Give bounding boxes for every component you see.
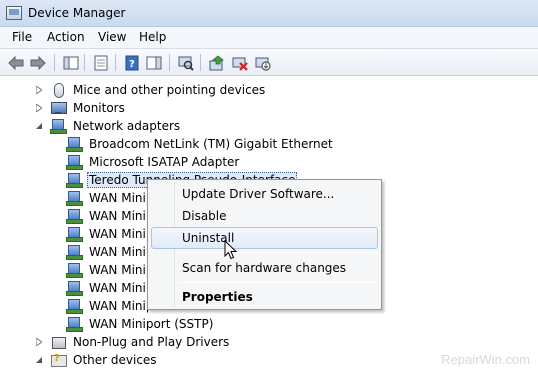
menu-item-label: Update Driver Software... bbox=[182, 187, 335, 201]
tree-item-wan-miniport[interactable]: WAN Minip bbox=[66, 261, 155, 279]
properties-icon[interactable] bbox=[91, 53, 111, 72]
toolbar-separator bbox=[54, 54, 55, 71]
network-adapter-icon bbox=[66, 298, 83, 314]
tree-item-label: WAN Miniport (SSTP) bbox=[89, 317, 214, 331]
menu-item-properties[interactable]: Properties bbox=[151, 286, 378, 308]
window-title: Device Manager bbox=[28, 6, 126, 20]
menu-separator bbox=[178, 282, 377, 283]
forward-icon[interactable] bbox=[28, 53, 48, 72]
menu-separator bbox=[178, 252, 377, 253]
mouse-icon bbox=[50, 82, 66, 98]
network-adapter-icon bbox=[66, 172, 83, 188]
tree-item-wan-miniport[interactable]: WAN Minip bbox=[66, 207, 155, 225]
menu-file[interactable]: File bbox=[10, 30, 34, 44]
menu-action[interactable]: Action bbox=[45, 30, 87, 44]
menu-help[interactable]: Help bbox=[137, 30, 168, 44]
menu-item-scan-hardware[interactable]: Scan for hardware changes bbox=[151, 257, 378, 279]
network-adapter-icon bbox=[66, 226, 83, 242]
toolbar-separator bbox=[115, 54, 116, 71]
uninstall-icon[interactable] bbox=[230, 53, 250, 72]
collapse-arrow-icon[interactable] bbox=[34, 355, 44, 365]
tree-item-label: WAN Minip bbox=[89, 299, 154, 313]
tree-item-label: WAN Minip bbox=[89, 263, 154, 277]
tree-item-label: WAN Minip bbox=[89, 191, 154, 205]
disable-icon[interactable] bbox=[253, 53, 273, 72]
menu-bar: File Action View Help bbox=[0, 27, 538, 49]
tree-item-label: WAN Minip bbox=[89, 227, 154, 241]
tree-item-wan-miniport-sstp[interactable]: WAN Miniport (SSTP) bbox=[66, 315, 215, 333]
network-adapter-icon bbox=[66, 208, 83, 224]
toolbar-separator bbox=[84, 54, 85, 71]
tree-item-other-devices[interactable]: Other devices bbox=[34, 351, 159, 369]
tree-item-wan-miniport[interactable]: WAN Minip bbox=[66, 243, 155, 261]
tree-item-mice[interactable]: Mice and other pointing devices bbox=[34, 81, 267, 99]
network-adapter-icon bbox=[50, 118, 67, 134]
context-menu: Update Driver Software... Disable Uninst… bbox=[147, 179, 382, 310]
tree-item-label: Monitors bbox=[73, 101, 125, 115]
unknown-device-icon bbox=[50, 352, 67, 368]
toolbar-separator bbox=[200, 54, 201, 71]
update-driver-icon[interactable] bbox=[207, 53, 227, 72]
tree-item-non-plug-and-play[interactable]: Non-Plug and Play Drivers bbox=[34, 333, 231, 351]
tree-item-monitors[interactable]: Monitors bbox=[34, 99, 127, 117]
menu-item-uninstall[interactable]: Uninstall bbox=[151, 227, 378, 249]
tree-item-label: Microsoft ISATAP Adapter bbox=[89, 155, 240, 169]
network-adapter-icon bbox=[66, 262, 83, 278]
menu-view[interactable]: View bbox=[96, 30, 128, 44]
tree-item-network-adapters[interactable]: Network adapters bbox=[34, 117, 182, 135]
tree-item-wan-miniport[interactable]: WAN Minip bbox=[66, 225, 155, 243]
tree-item-label: WAN Minip bbox=[89, 209, 154, 223]
help-icon[interactable]: ? bbox=[122, 53, 142, 72]
tree-item-wan-miniport[interactable]: WAN Minip bbox=[66, 297, 155, 315]
menu-item-label: Scan for hardware changes bbox=[182, 261, 347, 275]
tree-item-label: Mice and other pointing devices bbox=[73, 83, 266, 97]
expand-arrow-icon[interactable] bbox=[34, 337, 44, 347]
tree-item-wan-miniport[interactable]: WAN Minip bbox=[66, 279, 155, 297]
network-adapter-icon bbox=[66, 316, 83, 332]
tree-item-label: WAN Minip bbox=[89, 245, 154, 259]
tree-item-broadcom[interactable]: Broadcom NetLink (TM) Gigabit Ethernet bbox=[66, 135, 335, 153]
back-icon[interactable] bbox=[6, 53, 26, 72]
toolbar: ? bbox=[0, 49, 538, 76]
mouse-pointer-icon bbox=[224, 240, 238, 260]
collapse-arrow-icon[interactable] bbox=[34, 121, 44, 131]
menu-item-disable[interactable]: Disable bbox=[151, 205, 378, 227]
show-action-pane-icon[interactable] bbox=[144, 53, 164, 72]
menu-item-update-driver[interactable]: Update Driver Software... bbox=[151, 183, 378, 205]
monitor-icon bbox=[50, 100, 67, 116]
show-hide-console-tree-icon[interactable] bbox=[61, 53, 81, 72]
svg-text:?: ? bbox=[129, 59, 135, 70]
driver-icon bbox=[50, 334, 66, 350]
watermark: RepairWin.com bbox=[441, 352, 530, 367]
expand-arrow-icon[interactable] bbox=[34, 103, 44, 113]
expand-arrow-icon[interactable] bbox=[34, 85, 44, 95]
device-manager-icon bbox=[6, 6, 22, 20]
network-adapter-icon bbox=[66, 280, 83, 296]
tree-item-label: Non-Plug and Play Drivers bbox=[73, 335, 230, 349]
menu-item-label: Disable bbox=[182, 209, 227, 223]
title-bar: Device Manager bbox=[0, 0, 538, 27]
scan-hardware-icon[interactable] bbox=[176, 53, 196, 72]
tree-item-isatap[interactable]: Microsoft ISATAP Adapter bbox=[66, 153, 241, 171]
tree-item-label: Broadcom NetLink (TM) Gigabit Ethernet bbox=[89, 137, 333, 151]
network-adapter-icon bbox=[66, 136, 83, 152]
menu-item-label: Properties bbox=[182, 290, 253, 304]
tree-item-label: Other devices bbox=[73, 353, 157, 367]
tree-item-wan-miniport[interactable]: WAN Minip bbox=[66, 189, 155, 207]
network-adapter-icon bbox=[66, 190, 83, 206]
toolbar-separator bbox=[169, 54, 170, 71]
network-adapter-icon bbox=[66, 154, 83, 170]
tree-item-label: WAN Minip bbox=[89, 281, 154, 295]
tree-item-label: Network adapters bbox=[73, 119, 181, 133]
network-adapter-icon bbox=[66, 244, 83, 260]
